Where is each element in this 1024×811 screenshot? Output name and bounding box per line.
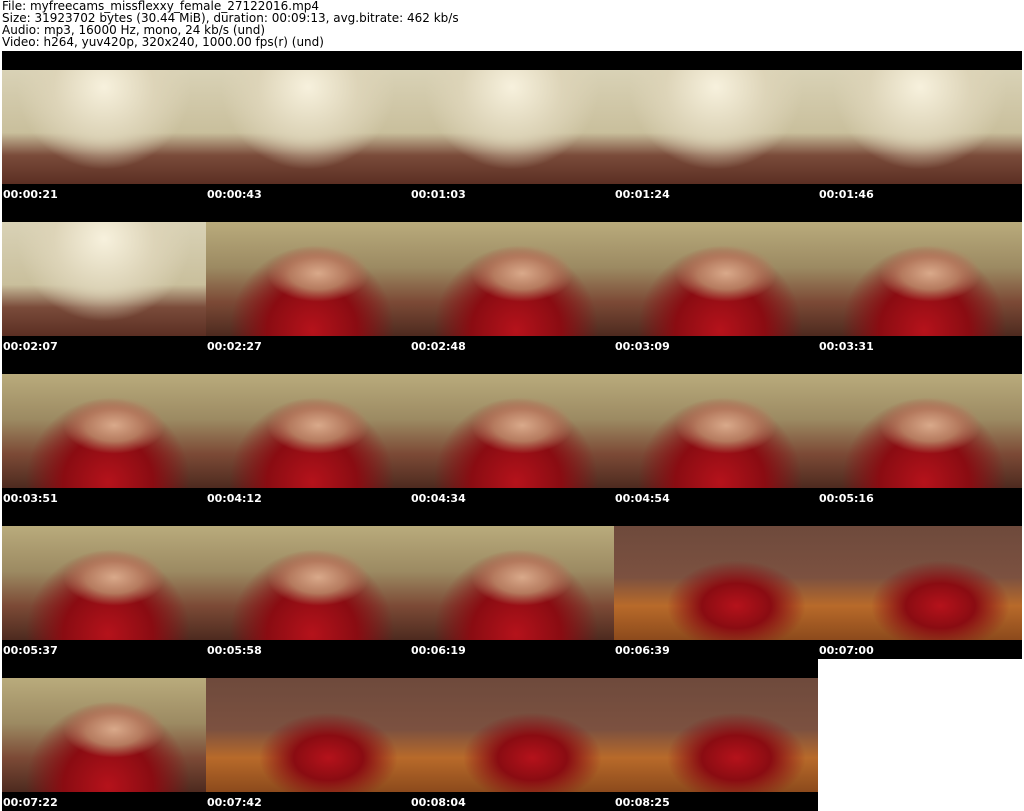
frame-timestamp: 00:07:22 <box>3 796 58 809</box>
thumbnail-grid: 00:00:21 00:00:43 00:01:03 00:01:24 00:01:46… <box>2 51 1022 811</box>
thumbnail-row: 00:02:07 00:02:27 00:02:48 00:03:09 00:03:31 <box>2 203 1022 355</box>
thumbnail-cell: 00:01:03 <box>410 51 614 203</box>
frame-timestamp: 00:02:27 <box>207 340 262 353</box>
video-frame-thumbnail <box>614 222 818 336</box>
thumbnail-cell: 00:08:25 <box>614 659 818 811</box>
thumbnail-row: 00:07:22 00:07:42 00:08:04 00:08:25 <box>2 659 818 811</box>
frame-timestamp: 00:04:54 <box>615 492 670 505</box>
video-frame-thumbnail <box>2 526 206 640</box>
video-frame-thumbnail <box>818 526 1022 640</box>
frame-timestamp: 00:07:00 <box>819 644 874 657</box>
thumbnail-cell: 00:04:12 <box>206 355 410 507</box>
video-frame-thumbnail <box>206 526 410 640</box>
frame-timestamp: 00:04:34 <box>411 492 466 505</box>
thumbnail-cell: 00:06:19 <box>410 507 614 659</box>
thumbnail-row: 00:03:51 00:04:12 00:04:34 00:04:54 00:05:16 <box>2 355 1022 507</box>
video-frame-thumbnail <box>818 70 1022 184</box>
frame-timestamp: 00:05:37 <box>3 644 58 657</box>
frame-timestamp: 00:03:51 <box>3 492 58 505</box>
thumbnail-cell: 00:05:37 <box>2 507 206 659</box>
thumbnail-row: 00:05:37 00:05:58 00:06:19 00:06:39 00:07:00 <box>2 507 1022 659</box>
frame-timestamp: 00:03:09 <box>615 340 670 353</box>
video-frame-thumbnail <box>410 222 614 336</box>
file-info-header: File: myfreecams_missflexxy_female_27122… <box>2 0 1022 48</box>
thumbnail-cell: 00:08:04 <box>410 659 614 811</box>
video-frame-thumbnail <box>614 374 818 488</box>
thumbnail-cell: 00:01:24 <box>614 51 818 203</box>
frame-timestamp: 00:06:39 <box>615 644 670 657</box>
frame-timestamp: 00:06:19 <box>411 644 466 657</box>
frame-timestamp: 00:04:12 <box>207 492 262 505</box>
video-frame-thumbnail <box>410 374 614 488</box>
video-frame-thumbnail <box>614 678 818 792</box>
thumbnail-cell: 00:03:31 <box>818 203 1022 355</box>
video-frame-thumbnail <box>206 374 410 488</box>
frame-timestamp: 00:02:48 <box>411 340 466 353</box>
frame-timestamp: 00:08:25 <box>615 796 670 809</box>
video-frame-thumbnail <box>614 70 818 184</box>
thumbnail-cell: 00:00:43 <box>206 51 410 203</box>
frame-timestamp: 00:02:07 <box>3 340 58 353</box>
thumbnail-row: 00:00:21 00:00:43 00:01:03 00:01:24 00:01:46 <box>2 51 1022 203</box>
thumbnail-cell: 00:02:07 <box>2 203 206 355</box>
frame-timestamp: 00:05:16 <box>819 492 874 505</box>
thumbnail-cell: 00:07:42 <box>206 659 410 811</box>
thumbnail-cell: 00:00:21 <box>2 51 206 203</box>
video-frame-thumbnail <box>410 70 614 184</box>
video-frame-thumbnail <box>2 70 206 184</box>
video-frame-thumbnail <box>2 678 206 792</box>
video-frame-thumbnail <box>614 526 818 640</box>
frame-timestamp: 00:01:03 <box>411 188 466 201</box>
frame-timestamp: 00:00:21 <box>3 188 58 201</box>
video-frame-thumbnail <box>410 678 614 792</box>
thumbnail-cell: 00:03:51 <box>2 355 206 507</box>
thumbnail-cell: 00:01:46 <box>818 51 1022 203</box>
thumbnail-cell: 00:05:16 <box>818 355 1022 507</box>
video-info-line: Video: h264, yuv420p, 320x240, 1000.00 f… <box>2 35 324 49</box>
thumbnail-cell: 00:02:48 <box>410 203 614 355</box>
thumbnail-cell: 00:04:54 <box>614 355 818 507</box>
video-frame-thumbnail <box>206 70 410 184</box>
thumbnail-cell: 00:04:34 <box>410 355 614 507</box>
video-frame-thumbnail <box>2 222 206 336</box>
frame-timestamp: 00:01:46 <box>819 188 874 201</box>
frame-timestamp: 00:08:04 <box>411 796 466 809</box>
frame-timestamp: 00:01:24 <box>615 188 670 201</box>
video-frame-thumbnail <box>410 526 614 640</box>
frame-timestamp: 00:07:42 <box>207 796 262 809</box>
thumbnail-cell: 00:03:09 <box>614 203 818 355</box>
contact-sheet: File: myfreecams_missflexxy_female_27122… <box>0 0 1024 811</box>
video-frame-thumbnail <box>818 374 1022 488</box>
video-frame-thumbnail <box>818 222 1022 336</box>
video-frame-thumbnail <box>2 374 206 488</box>
frame-timestamp: 00:00:43 <box>207 188 262 201</box>
thumbnail-cell: 00:05:58 <box>206 507 410 659</box>
thumbnail-cell: 00:06:39 <box>614 507 818 659</box>
thumbnail-cell: 00:02:27 <box>206 203 410 355</box>
frame-timestamp: 00:03:31 <box>819 340 874 353</box>
thumbnail-cell: 00:07:00 <box>818 507 1022 659</box>
frame-timestamp: 00:05:58 <box>207 644 262 657</box>
thumbnail-cell: 00:07:22 <box>2 659 206 811</box>
video-frame-thumbnail <box>206 222 410 336</box>
video-frame-thumbnail <box>206 678 410 792</box>
